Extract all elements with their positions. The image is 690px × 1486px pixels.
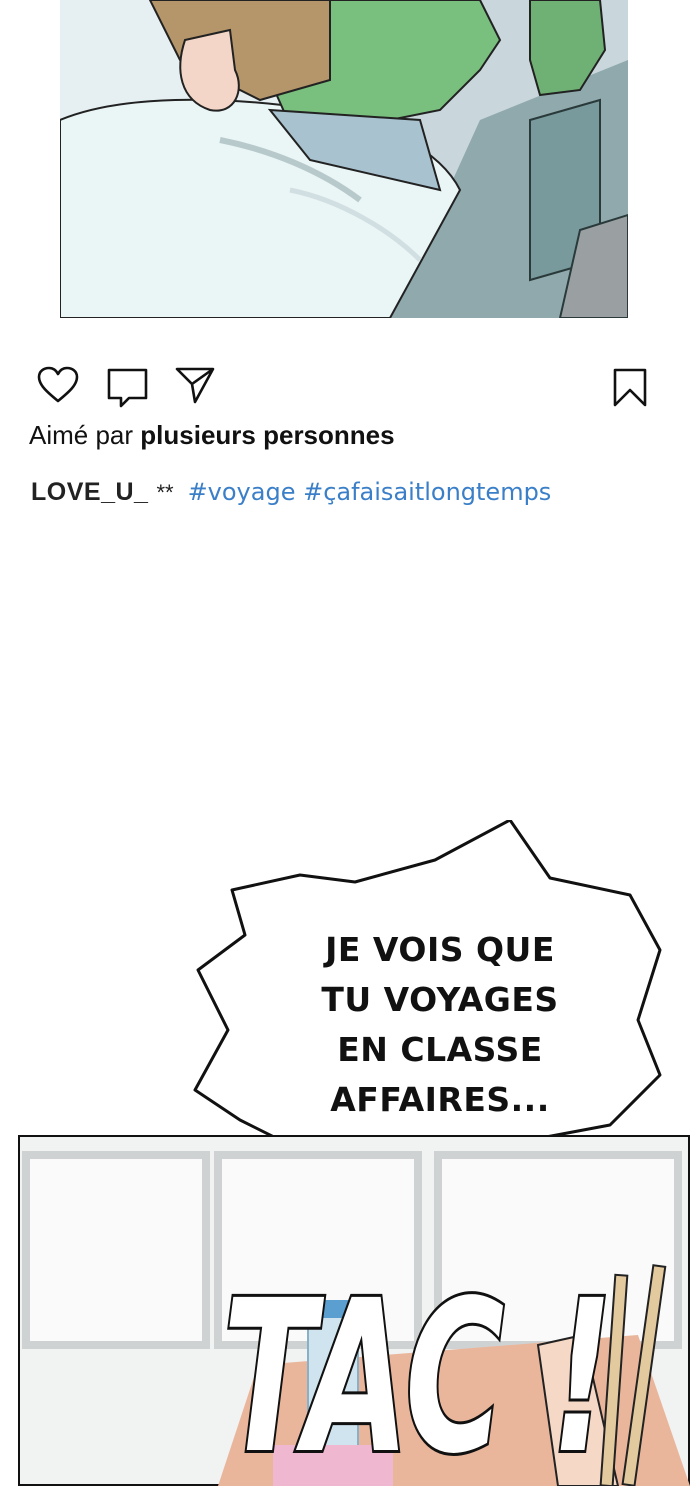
- likes-by[interactable]: plusieurs personnes: [140, 420, 394, 450]
- username-stars: **: [156, 480, 174, 505]
- sound-effect-text: TAC !: [223, 1255, 613, 1486]
- likes-summary: Aimé par plusieurs personnes: [29, 420, 395, 451]
- bubble-line: JE VOIS QUE: [325, 930, 555, 969]
- bookmark-icon: [613, 368, 647, 407]
- likes-prefix: Aimé par: [29, 420, 134, 450]
- comic-panel-top: [60, 0, 628, 318]
- comment-button[interactable]: [107, 368, 149, 413]
- bubble-line: TU VOYAGES: [321, 980, 559, 1019]
- post-caption: LOVE_U_ ** #voyage #çafaisaitlongtemps: [31, 478, 551, 507]
- bubble-line: EN CLASSE: [337, 1030, 543, 1069]
- post-hashtags[interactable]: #voyage #çafaisaitlongtemps: [188, 478, 552, 506]
- heart-icon: [37, 366, 79, 403]
- save-button[interactable]: [612, 368, 648, 413]
- panel-illustration: [60, 0, 628, 318]
- post-username[interactable]: LOVE_U_: [31, 478, 148, 506]
- bubble-line: AFFAIRES...: [330, 1080, 550, 1119]
- comment-icon: [107, 368, 148, 408]
- send-icon: [175, 367, 215, 404]
- speech-bubble-text: JE VOIS QUE TU VOYAGES EN CLASSE AFFAIRE…: [290, 925, 590, 1125]
- sound-effect: TAC !: [220, 1252, 616, 1486]
- share-button[interactable]: [175, 366, 215, 409]
- like-button[interactable]: [37, 366, 79, 409]
